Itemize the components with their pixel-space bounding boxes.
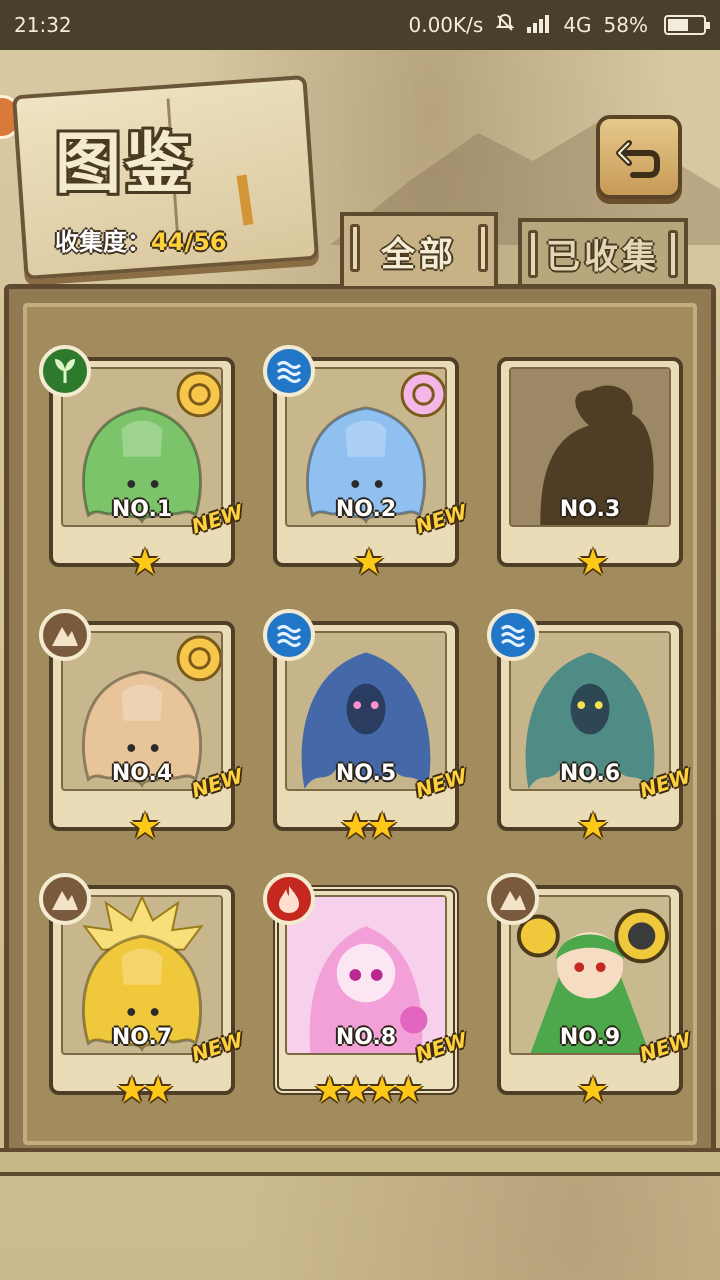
network-speed: 0.00K/s <box>408 13 484 37</box>
tab-grip-right <box>478 224 488 272</box>
collection-panel: NO.1 NEW ★ NO.2 NEW ★ NO.3 ★ NO.4 NEW ★ NO.5 NEW ★★ NO… <box>4 284 716 1164</box>
monster-card[interactable]: NO.5 NEW ★★ <box>263 609 469 847</box>
monster-card[interactable]: NO.6 NEW ★ <box>487 609 693 847</box>
panel-bottom-rail <box>0 1148 720 1176</box>
monster-card[interactable]: NO.4 NEW ★ <box>39 609 245 847</box>
monster-number: NO.3 <box>559 497 621 522</box>
monster-card[interactable]: NO.9 NEW ★ <box>487 873 693 1111</box>
earth-element-icon <box>487 873 539 925</box>
tab-grip-left <box>528 230 538 278</box>
monster-card[interactable]: NO.8 NEW ★★★★ <box>263 873 469 1111</box>
collection-value: 44/56 <box>151 228 227 256</box>
water-element-icon <box>263 345 315 397</box>
monster-card[interactable]: NO.2 NEW ★ <box>263 345 469 583</box>
collection-panel-inner: NO.1 NEW ★ NO.2 NEW ★ NO.3 ★ NO.4 NEW ★ NO.5 NEW ★★ NO… <box>23 303 697 1145</box>
status-time: 21:32 <box>14 13 72 37</box>
collection-label: 收集度： <box>55 228 151 256</box>
back-button[interactable] <box>596 115 682 199</box>
earth-element-icon <box>39 873 91 925</box>
tab-collected[interactable]: 已收集 <box>518 218 688 284</box>
star-rating: ★ <box>576 1070 609 1111</box>
network-type: 4G <box>563 13 592 37</box>
grass-element-icon <box>39 345 91 397</box>
star-rating: ★★ <box>115 1070 175 1111</box>
tab-all-label: 全部 <box>381 234 457 275</box>
star-rating: ★★ <box>339 806 399 847</box>
status-right: 0.00K/s 4G 58% <box>408 13 710 38</box>
monster-card[interactable]: NO.1 NEW ★ <box>39 345 245 583</box>
tab-grip-right <box>668 230 678 278</box>
fire-element-icon <box>263 873 315 925</box>
water-element-icon <box>263 609 315 661</box>
battery-icon <box>664 15 710 35</box>
return-arrow-icon <box>616 140 660 178</box>
star-rating: ★ <box>352 542 385 583</box>
star-rating: ★ <box>576 806 609 847</box>
monster-card[interactable]: NO.7 NEW ★★ <box>39 873 245 1111</box>
star-rating: ★ <box>576 542 609 583</box>
battery-fill <box>668 19 688 31</box>
star-rating: ★ <box>128 542 161 583</box>
star-rating: ★ <box>128 806 161 847</box>
earth-element-icon <box>39 609 91 661</box>
status-bar: 21:32 0.00K/s 4G 58% <box>0 0 720 50</box>
mute-bell-icon <box>495 13 515 38</box>
battery-percent: 58% <box>603 13 648 37</box>
page-title: 图鉴 <box>55 124 195 202</box>
collection-progress: 收集度：44/56 <box>55 222 227 257</box>
tab-grip-left <box>350 224 360 272</box>
water-element-icon <box>487 609 539 661</box>
signal-icon <box>527 13 551 38</box>
star-rating: ★★★★ <box>313 1070 424 1111</box>
tab-collected-label: 已收集 <box>546 236 660 277</box>
monster-card[interactable]: NO.3 ★ <box>497 357 683 583</box>
monster-grid: NO.1 NEW ★ NO.2 NEW ★ NO.3 ★ NO.4 NEW ★ NO.5 NEW ★★ NO… <box>27 307 693 1141</box>
tab-all[interactable]: 全部 <box>340 212 498 286</box>
